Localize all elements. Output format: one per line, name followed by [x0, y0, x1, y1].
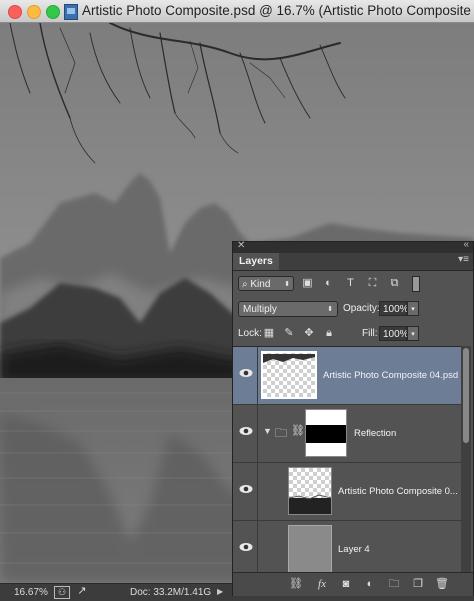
- layer-name[interactable]: Reflection: [354, 428, 396, 439]
- opacity-label: Opacity:: [343, 303, 380, 314]
- fx-icon[interactable]: fx: [315, 577, 329, 591]
- eye-icon[interactable]: [239, 484, 253, 494]
- visibility-column: [233, 347, 258, 404]
- pixel-filter-icon[interactable]: ▣: [301, 277, 314, 290]
- shape-filter-icon[interactable]: ⛶: [366, 277, 379, 290]
- blend-row: Multiply ⬍ Opacity: 100% ▾: [233, 296, 473, 321]
- folder-icon: 🗀︎: [275, 426, 288, 440]
- new-group-icon[interactable]: 🗀︎: [387, 577, 401, 591]
- tree-thumbnail-art: [263, 354, 315, 363]
- close-panel-icon[interactable]: ✕: [237, 240, 245, 251]
- filter-row: ⌕ Kind ⬍ ▣ ◐ T ⛶ ⧉: [233, 271, 473, 296]
- window-title: Artistic Photo Composite.psd @ 16.7% (Ar…: [82, 3, 474, 18]
- panel-tabs: Layers ▾≡: [233, 253, 473, 271]
- layer-thumbnail[interactable]: [288, 467, 332, 515]
- lock-row: Lock: ▦ ✎ ✥ 🔒︎ Fill: 100% ▾: [233, 321, 473, 346]
- search-icon: ⌕: [242, 279, 248, 290]
- chevron-updown-icon: ⬍: [327, 306, 333, 313]
- layer-name[interactable]: Artistic Photo Composite 04.psd: [323, 370, 458, 381]
- lock-transparency-icon[interactable]: ▦: [263, 327, 275, 339]
- disclosure-triangle-icon[interactable]: ▼: [263, 426, 272, 436]
- trash-icon[interactable]: 🗑︎: [435, 577, 449, 591]
- title-bar: Artistic Photo Composite.psd @ 16.7% (Ar…: [0, 0, 474, 23]
- fill-label: Fill:: [362, 328, 378, 339]
- adjustment-icon[interactable]: ◐: [363, 577, 377, 591]
- lock-label: Lock:: [238, 328, 262, 339]
- visibility-column: [233, 463, 258, 520]
- psd-document-icon: [64, 4, 78, 20]
- adjustment-filter-icon[interactable]: ◐: [322, 277, 335, 290]
- panel-menu-icon[interactable]: ▾≡: [458, 254, 469, 265]
- layers-panel: ✕ « Layers ▾≡ ⌕ Kind ⬍ ▣ ◐ T ⛶ ⧉ Multipl…: [232, 239, 474, 596]
- smart-object-filter-icon[interactable]: ⧉: [388, 277, 401, 290]
- mask-icon[interactable]: ◙: [339, 577, 353, 591]
- tab-layers[interactable]: Layers: [233, 253, 279, 270]
- blend-mode-value: Multiply: [243, 304, 277, 315]
- layer-row[interactable]: Artistic Photo Composite 0...: [233, 463, 461, 521]
- zoom-level[interactable]: 16.67%: [14, 587, 48, 598]
- layer-thumbnail[interactable]: [261, 351, 317, 399]
- layer-row[interactable]: Layer 4: [233, 521, 461, 576]
- minimize-window-button[interactable]: [27, 5, 41, 19]
- layer-group-row[interactable]: ▼ 🗀︎ ⛓︎ Reflection: [233, 405, 461, 463]
- layers-list[interactable]: Artistic Photo Composite 04.psd ▼ 🗀︎ ⛓︎ …: [233, 346, 461, 576]
- lock-all-icon[interactable]: 🔒︎: [323, 327, 335, 339]
- filter-toggle[interactable]: [412, 276, 420, 292]
- close-window-button[interactable]: [8, 5, 22, 19]
- layer-row[interactable]: Artistic Photo Composite 04.psd: [233, 347, 461, 405]
- lock-image-icon[interactable]: ✎: [283, 327, 295, 339]
- link-layers-icon[interactable]: ⛓︎: [289, 577, 303, 591]
- collapse-panel-icon[interactable]: «: [463, 239, 469, 250]
- document-size: Doc: 33.2M/1.41G: [130, 587, 212, 598]
- panel-header: ✕ «: [233, 239, 473, 253]
- eye-icon[interactable]: [239, 542, 253, 552]
- layer-name[interactable]: Artistic Photo Composite 0...: [338, 486, 458, 497]
- filter-kind-label: Kind: [250, 279, 271, 290]
- fill-dropdown-icon[interactable]: ▾: [407, 326, 419, 341]
- scrollbar-thumb[interactable]: [463, 348, 469, 443]
- proof-icon[interactable]: ⚇: [54, 586, 70, 599]
- visibility-column: [233, 405, 258, 462]
- type-filter-icon[interactable]: T: [344, 277, 357, 290]
- blend-mode-select[interactable]: Multiply ⬍: [238, 301, 338, 317]
- filter-kind-select[interactable]: ⌕ Kind ⬍: [238, 276, 294, 291]
- opacity-dropdown-icon[interactable]: ▾: [407, 301, 419, 316]
- eye-icon[interactable]: [239, 368, 253, 378]
- eye-icon[interactable]: [239, 426, 253, 436]
- new-layer-icon[interactable]: ❐: [411, 577, 425, 591]
- zoom-window-button[interactable]: [46, 5, 60, 19]
- layer-thumbnail[interactable]: [288, 525, 332, 573]
- water-thumbnail-art: [288, 494, 332, 514]
- group-mask-thumbnail[interactable]: [305, 409, 347, 457]
- status-menu-arrow-icon[interactable]: ▶: [217, 587, 223, 596]
- fill-input[interactable]: 100%: [379, 326, 409, 341]
- visibility-column: [233, 521, 258, 576]
- layer-name[interactable]: Layer 4: [338, 544, 370, 555]
- panel-footer: ⛓︎ fx ◙ ◐ 🗀︎ ❐ 🗑︎: [233, 572, 473, 596]
- layers-scrollbar[interactable]: [461, 346, 471, 572]
- opacity-input[interactable]: 100%: [379, 301, 409, 316]
- lock-position-icon[interactable]: ✥: [303, 327, 315, 339]
- chevron-updown-icon: ⬍: [284, 281, 290, 288]
- link-icon[interactable]: ⛓︎: [291, 424, 305, 437]
- share-icon[interactable]: ↗: [75, 586, 89, 597]
